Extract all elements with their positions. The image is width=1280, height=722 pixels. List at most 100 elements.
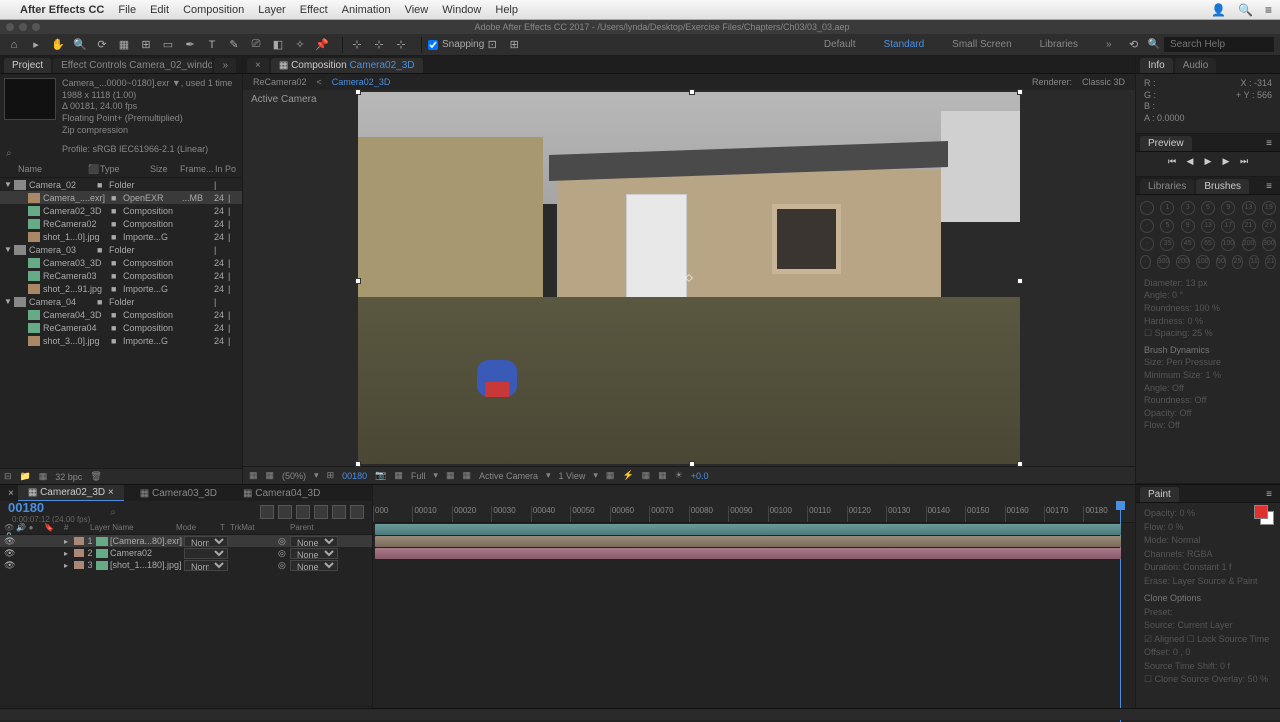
view-axis-icon[interactable]: ⊹	[393, 37, 409, 53]
menu-effect[interactable]: Effect	[300, 4, 328, 16]
brush-preset[interactable]: 27	[1262, 219, 1276, 233]
menu-window[interactable]: Window	[442, 4, 481, 16]
brush-preset-grid[interactable]: ·13591319·5913172127·354565100200300·300…	[1136, 195, 1280, 275]
project-item[interactable]: shot_2...91.jpg■Importe...G24|	[0, 282, 242, 295]
panel-menu-icon[interactable]: ≡	[1262, 136, 1276, 151]
roto-tool[interactable]: ✧	[292, 37, 308, 53]
project-item[interactable]: ReCamera03■Composition24|	[0, 269, 242, 282]
timeline-layer-row[interactable]: 👁▸1[Camera...80].exr]Normal◎None	[0, 535, 372, 547]
eraser-tool[interactable]: ◧	[270, 37, 286, 53]
tab-libraries[interactable]: Libraries	[1140, 179, 1194, 194]
camera-tool[interactable]: ▦	[116, 37, 132, 53]
close-tab-icon[interactable]: ×	[108, 487, 114, 498]
brush-preset[interactable]: 5	[1201, 201, 1215, 215]
brush-preset[interactable]: ·	[1140, 219, 1154, 233]
project-item[interactable]: Camera03_3D■Composition24|	[0, 256, 242, 269]
spotlight-icon[interactable]: 🔍	[1238, 3, 1253, 17]
brush-preset[interactable]: ·	[1140, 201, 1154, 215]
brush-preset[interactable]: 200	[1176, 255, 1190, 269]
handle-ml[interactable]	[355, 278, 361, 284]
timeline-tab-3[interactable]: ▦ Camera04_3D	[233, 486, 330, 501]
fast-preview-icon[interactable]: ⚡	[622, 470, 633, 481]
new-comp-icon[interactable]: ▦	[39, 471, 48, 482]
local-axis-icon[interactable]: ⊹	[349, 37, 365, 53]
menu-edit[interactable]: Edit	[150, 4, 169, 16]
paint-color-swatch[interactable]	[1254, 505, 1274, 525]
brush-preset[interactable]: 17	[1221, 219, 1235, 233]
render-queue-icon[interactable]: ×	[4, 486, 18, 501]
rotate-tool[interactable]: ⟳	[94, 37, 110, 53]
panel-menu-icon[interactable]: ≡	[1262, 487, 1276, 502]
workspace-standard[interactable]: Standard	[884, 39, 925, 50]
current-timecode[interactable]: 00180	[8, 500, 90, 515]
user-icon[interactable]: 👤	[1211, 3, 1226, 17]
reset-exposure-icon[interactable]: ☀	[675, 470, 683, 481]
puppet-tool[interactable]: 📌	[314, 37, 330, 53]
snapping-checkbox[interactable]: Snapping	[428, 39, 484, 50]
project-item[interactable]: ▼Camera_03■Folder|	[0, 243, 242, 256]
menu-animation[interactable]: Animation	[342, 4, 391, 16]
menu-composition[interactable]: Composition	[183, 4, 244, 16]
home-icon[interactable]: ⌂	[6, 37, 22, 53]
brush-preset[interactable]: 9	[1181, 219, 1195, 233]
comp-flowchart-icon[interactable]: ▦	[658, 470, 667, 481]
brush-preset[interactable]: 25	[1232, 255, 1243, 269]
composition-viewer[interactable]: Active Camera	[243, 90, 1135, 466]
timeline-layers[interactable]: 👁▸1[Camera...80].exr]Normal◎None👁▸2Camer…	[0, 535, 372, 706]
menu-view[interactable]: View	[405, 4, 429, 16]
clone-tool[interactable]: ⎚	[248, 37, 264, 53]
tab-effect-controls[interactable]: Effect Controls Camera_02_window.ti	[53, 58, 212, 73]
project-item[interactable]: shot_3...0].jpg■Importe...G24|	[0, 334, 242, 347]
tab-project[interactable]: Project	[4, 58, 51, 73]
workspace-default[interactable]: Default	[824, 39, 856, 50]
zoom-dropdown[interactable]: (50%)	[282, 471, 306, 481]
exposure-value[interactable]: +0.0	[691, 471, 709, 481]
handle-tl[interactable]	[355, 89, 361, 95]
breadcrumb-item-active[interactable]: Camera02_3D	[332, 77, 391, 87]
brush-preset[interactable]: 13	[1201, 219, 1215, 233]
shape-tool[interactable]: ▭	[160, 37, 176, 53]
always-preview-icon[interactable]: ▦	[249, 470, 258, 481]
sync-icon[interactable]: ⟲	[1126, 37, 1142, 53]
layer-bar-1[interactable]	[375, 524, 1121, 535]
project-list[interactable]: ▼Camera_02■Folder|Camera_....exr]■OpenEX…	[0, 178, 242, 468]
tab-paint[interactable]: Paint	[1140, 487, 1179, 502]
layer-bar-3[interactable]	[375, 548, 1121, 559]
brush-preset[interactable]: 50	[1216, 255, 1227, 269]
handle-bc[interactable]	[689, 461, 695, 467]
project-item[interactable]: ▼Camera_04■Folder|	[0, 295, 242, 308]
tab-info[interactable]: Info	[1140, 58, 1173, 73]
brush-preset[interactable]: 21	[1265, 255, 1276, 269]
pixel-aspect-icon[interactable]: ▦	[606, 470, 615, 481]
handle-tr[interactable]	[1017, 89, 1023, 95]
brush-preset[interactable]: 11	[1249, 255, 1260, 269]
timeline-search-icon[interactable]: ⌕	[110, 507, 116, 518]
brush-preset[interactable]: ·	[1140, 237, 1154, 251]
brush-preset[interactable]: 19	[1262, 201, 1276, 215]
next-frame-button[interactable]: ▶	[1220, 156, 1232, 168]
brush-preset[interactable]: 1	[1160, 201, 1174, 215]
project-item[interactable]: ReCamera02■Composition24|	[0, 217, 242, 230]
brush-preset[interactable]: 45	[1181, 237, 1195, 251]
workspace-small[interactable]: Small Screen	[952, 39, 1011, 50]
brush-preset[interactable]: 13	[1242, 201, 1256, 215]
anchor-point-icon[interactable]: ◇	[685, 273, 693, 284]
timeline-icon[interactable]: ▦	[642, 470, 651, 481]
tab-composition[interactable]: ▦ Composition Camera02_3D	[271, 58, 423, 73]
menu-icon[interactable]: ≡	[1265, 3, 1272, 17]
renderer-value[interactable]: Classic 3D	[1082, 77, 1125, 87]
brush-preset[interactable]: 300	[1262, 237, 1276, 251]
project-item[interactable]: ReCamera04■Composition24|	[0, 321, 242, 334]
brush-preset[interactable]: 65	[1201, 237, 1215, 251]
project-item[interactable]: Camera02_3D■Composition24|	[0, 204, 242, 217]
snap-opt1-icon[interactable]: ⊡	[484, 37, 500, 53]
motion-blur-icon[interactable]	[332, 505, 346, 519]
prev-frame-button[interactable]: ◀	[1184, 156, 1196, 168]
last-frame-button[interactable]: ⏭	[1238, 156, 1250, 168]
hand-tool[interactable]: ✋	[50, 37, 66, 53]
bpc-toggle[interactable]: 32 bpc	[55, 472, 82, 482]
tab-layer[interactable]: ×	[247, 58, 269, 73]
grid-icon[interactable]: ▦	[462, 470, 471, 481]
trash-icon[interactable]: 🗑	[90, 471, 101, 482]
tab-preview[interactable]: Preview	[1140, 136, 1192, 151]
